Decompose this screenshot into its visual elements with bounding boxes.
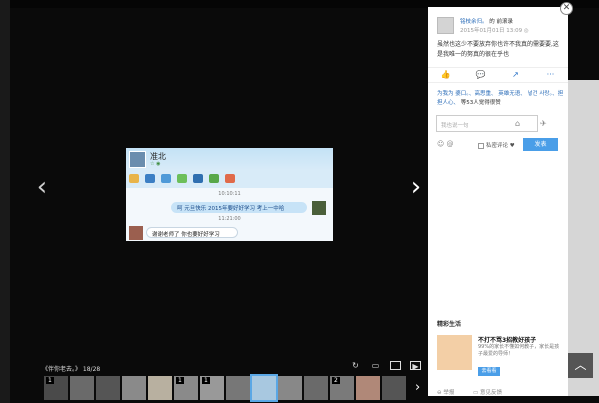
fit-icon[interactable]: ▭ — [370, 361, 381, 370]
thumbnail[interactable] — [356, 376, 380, 400]
thumbnail-count: 1 — [176, 377, 184, 384]
emoji-icon[interactable]: ☺ @ — [437, 140, 454, 148]
recommend-description: 99%的家长不懂如何教子，家长是孩子最爱的导师！ — [478, 344, 560, 357]
thumbnail[interactable]: 2 — [330, 376, 354, 400]
thumbnail[interactable]: 1 — [44, 376, 68, 400]
likes-list: 为我为 婆口。、高思重、 英雄无语、 넣건 사랑。、担担人心、 等53人觉得很赞 — [437, 90, 564, 108]
slideshow-icon[interactable]: ▶ — [410, 361, 421, 371]
thumbnail[interactable] — [70, 376, 94, 400]
apps-icon — [225, 174, 235, 183]
sender-avatar — [312, 201, 326, 215]
likes-count: 等53人觉得很赞 — [460, 100, 501, 106]
viewer-controls: ↻ ▭ ▶ — [350, 361, 421, 371]
next-photo-arrow-icon[interactable]: › — [406, 170, 426, 204]
private-comment-label: 私密评论 ♥ — [486, 143, 515, 149]
scroll-top-icon[interactable]: ︿ — [568, 353, 593, 378]
comment-panel: 铭枝余归。 的 前滚录 2015年01月01日 13:09 ◎ 虽然也这少不要放… — [428, 7, 568, 396]
feedback-link[interactable]: ▭ 意见反馈 — [473, 388, 502, 396]
post-time: 2015年01月01日 13:09 ◎ — [460, 28, 529, 34]
left-edge — [0, 0, 10, 403]
contact-avatar — [129, 151, 146, 168]
chat-body: 10:10:11 呵 元旦快乐 2015年要好好学习 考上一中哈 11:21:0… — [126, 188, 333, 241]
background-page-strip — [568, 80, 599, 396]
recommend-headline[interactable]: 不打不骂3招教好孩子 — [478, 335, 536, 344]
album-title: 《伴你老去。》 18/28 — [42, 366, 101, 373]
screen-icon — [193, 174, 203, 183]
rotate-icon[interactable]: ↻ — [350, 361, 361, 370]
main-photo[interactable]: 准北 ☆ ◉ 10:10:11 呵 元旦快乐 2015年要好好学习 考上一中哈 … — [126, 148, 333, 241]
thumbnail[interactable] — [382, 376, 406, 400]
fullscreen-icon[interactable] — [390, 361, 401, 370]
comment-input[interactable]: 我也说一句 — [436, 115, 538, 132]
thumbnail-next-icon[interactable]: › — [415, 380, 420, 395]
post-actions: 👍 💬 ↗ ··· — [428, 67, 568, 83]
status-icons: ☆ ◉ — [150, 161, 161, 167]
close-icon[interactable]: ✕ — [560, 2, 573, 15]
comment-icon[interactable]: 💬 — [475, 70, 487, 80]
thumbnail[interactable]: 1 — [200, 376, 224, 400]
camera-icon[interactable]: ⌂ — [515, 119, 520, 128]
like-icon[interactable]: 👍 — [440, 70, 452, 80]
share-icon — [209, 174, 219, 183]
sent-message: 呵 元旦快乐 2015年要好好学习 考上一中哈 — [171, 202, 307, 213]
message-timestamp: 10:10:11 — [218, 191, 241, 197]
share-icon[interactable]: ↗ — [510, 70, 522, 80]
mention-icon[interactable]: ✈ — [540, 119, 547, 128]
thumbnail[interactable] — [250, 374, 278, 402]
post-author: 铭枝余归。 的 前滚录 — [460, 17, 513, 25]
thumbnail-strip: 1 1 1 2 — [44, 374, 414, 402]
video-icon — [145, 174, 155, 183]
thumbnail-count: 1 — [202, 377, 210, 384]
thumbnail-count: 1 — [46, 377, 54, 384]
thumbnail[interactable] — [96, 376, 120, 400]
thumbnail[interactable] — [278, 376, 302, 400]
mic-icon — [129, 174, 139, 183]
thumbnail[interactable] — [226, 376, 250, 400]
message-timestamp: 11:21:00 — [218, 216, 241, 222]
send-button[interactable]: 发表 — [523, 138, 558, 151]
thumbnail[interactable] — [304, 376, 328, 400]
checkbox-icon[interactable] — [478, 142, 484, 149]
post-text: 虽然也这少不要放弃你也许不我真的需要要,这是我唯一的努真的很在乎也 — [437, 41, 559, 58]
thumbnail[interactable] — [122, 376, 146, 400]
recommend-button[interactable]: 去看看 — [478, 367, 500, 376]
thumbnail-count: 2 — [332, 377, 340, 384]
thumbnail[interactable] — [148, 376, 172, 400]
report-link[interactable]: ⊖ 举报 — [437, 388, 454, 396]
recommend-image[interactable] — [437, 335, 472, 370]
username-link[interactable]: 铭枝余归。 — [460, 19, 488, 25]
received-message: 谢谢老师了 你也要好好学习 — [146, 227, 238, 238]
thumbnail[interactable]: 1 — [174, 376, 198, 400]
receiver-avatar — [129, 226, 143, 240]
folder-icon — [161, 174, 171, 183]
more-icon[interactable]: ··· — [545, 70, 557, 80]
add-icon — [177, 174, 187, 183]
chat-toolbar — [129, 174, 329, 184]
author-role: 的 前滚录 — [489, 19, 514, 25]
recommend-title: 精彩生活 — [437, 321, 462, 328]
previous-photo-arrow-icon[interactable]: ‹ — [32, 170, 52, 204]
private-comment-checkbox[interactable]: 私密评论 ♥ — [478, 141, 515, 149]
user-avatar[interactable] — [437, 17, 454, 34]
